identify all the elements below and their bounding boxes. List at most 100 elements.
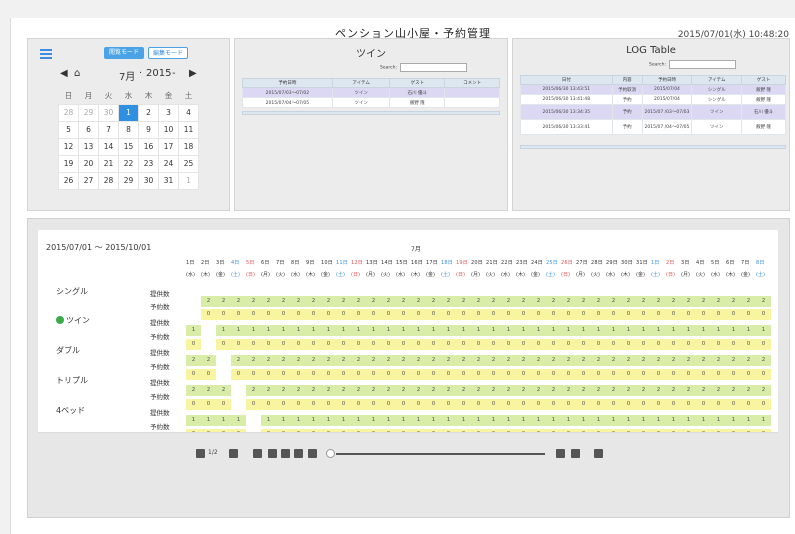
calendar-day[interactable]: 11 — [178, 120, 199, 139]
twin-search-input[interactable] — [399, 63, 467, 72]
next-month-icon[interactable]: ▶ — [189, 68, 197, 79]
column-header[interactable]: アイテム — [331, 78, 391, 88]
supply-label: 提供数 — [150, 409, 170, 417]
table-cell: 2015/06/30 13:43:51 — [520, 84, 613, 95]
calendar-day[interactable]: 20 — [78, 154, 99, 173]
table-cell: シングル — [691, 94, 743, 105]
column-header[interactable]: 予約日時 — [242, 78, 333, 88]
calendar-month[interactable]: 7月 — [119, 68, 135, 83]
table-cell: 飯野 隆 — [741, 94, 786, 105]
calendar-year[interactable]: 2015 — [146, 68, 171, 79]
calendar-day[interactable]: 29 — [78, 103, 99, 122]
last-day-button[interactable] — [594, 449, 603, 458]
next-day-button[interactable] — [281, 449, 290, 458]
calendar-day-today[interactable]: 1 — [118, 103, 139, 122]
next-week-button[interactable] — [308, 449, 317, 458]
date-slider-track[interactable] — [336, 453, 545, 455]
table-row[interactable]: 2015/06/30 13:34:35 予約 2015/07 /03〜07/03… — [520, 104, 786, 120]
calendar-day[interactable]: 13 — [78, 137, 99, 156]
calendar-day[interactable]: 26 — [58, 171, 79, 190]
table-row[interactable]: 2015/06/30 13:43:51 予約取消 2015/07/04 シングル… — [520, 84, 786, 95]
log-search-input[interactable] — [668, 60, 736, 69]
calendar-day[interactable]: 15 — [118, 137, 139, 156]
supply-strip[interactable]: 22222222222222222222222222222222222222 — [186, 376, 771, 396]
calendar-day[interactable]: 28 — [98, 171, 119, 190]
column-header[interactable]: 内容 — [611, 75, 643, 85]
next-month-button[interactable] — [571, 449, 580, 458]
booked-strip[interactable]: 00000000000000000000000000000000000000 — [186, 420, 771, 433]
column-header[interactable]: アイテム — [691, 75, 743, 85]
calendar-day[interactable]: 21 — [98, 154, 119, 173]
calendar-day[interactable]: 12 — [58, 137, 79, 156]
booked-strip[interactable]: 00000000000000000000000000000000000000 — [186, 330, 771, 350]
supply-strip[interactable]: 11111111111111111111111111111111111111 — [186, 406, 771, 426]
calendar-day[interactable]: 17 — [158, 137, 179, 156]
prev-page-button[interactable] — [196, 449, 205, 458]
calendar-day[interactable]: 14 — [98, 137, 119, 156]
supply-label: 提供数 — [150, 379, 170, 387]
prev-week-button[interactable] — [294, 449, 303, 458]
calendar-day[interactable]: 7 — [98, 120, 119, 139]
table-cell: 予約 — [611, 94, 643, 105]
room-name: トリプル — [56, 376, 88, 385]
calendar-day[interactable]: 3 — [158, 103, 179, 122]
dow-label: 日 — [64, 90, 73, 100]
schedule-grid: 2015/07/01 〜 2015/10/01 7月 1日 2日 3日 4日 5日 6日 7… — [38, 230, 778, 433]
calendar-day[interactable]: 6 — [78, 120, 99, 139]
supply-strip[interactable]: 11111111111111111111111111111111111111 — [186, 316, 771, 336]
calendar-day[interactable]: 30 — [138, 171, 159, 190]
calendar-day[interactable]: 22 — [118, 154, 139, 173]
column-header[interactable]: コメント — [444, 78, 500, 88]
table-row[interactable]: 2015/06/30 13:33:41 予約 2015/07 /04〜07/05… — [520, 119, 786, 135]
divider — [38, 432, 778, 433]
prev-day-button[interactable] — [268, 449, 277, 458]
calendar-day[interactable]: 18 — [178, 137, 199, 156]
prev-month-icon[interactable]: ◀ — [60, 68, 68, 79]
dow-label: 火 — [104, 90, 113, 100]
calendar-day[interactable]: 5 — [58, 120, 79, 139]
date-slider-handle[interactable] — [326, 449, 335, 458]
table-row[interactable]: 2015/07/04〜07/05 ツイン 飯野 隆 — [242, 97, 500, 108]
calendar-day[interactable]: 16 — [138, 137, 159, 156]
menu-icon[interactable] — [40, 49, 52, 59]
column-header[interactable]: 日付 — [520, 75, 613, 85]
column-header[interactable]: ゲスト — [741, 75, 786, 85]
column-header[interactable]: ゲスト — [389, 78, 446, 88]
column-header[interactable]: 予約日時 — [641, 75, 693, 85]
calendar-day[interactable]: 9 — [138, 120, 159, 139]
calendar-day[interactable]: 23 — [138, 154, 159, 173]
day-header-row: 1日 2日 3日 4日 5日 6日 7日 8日 9日 10日 11日 12日 13日 14日 15日 16日 1… — [186, 260, 765, 266]
calendar-day[interactable]: 24 — [158, 154, 179, 173]
calendar-day[interactable]: 31 — [158, 171, 179, 190]
booked-strip[interactable]: 00000000000000000000000000000000000000 — [186, 360, 771, 380]
table-cell: 飯野 隆 — [741, 84, 786, 95]
check-icon — [56, 316, 64, 324]
calendar-day[interactable]: 28 — [58, 103, 79, 122]
table-row[interactable]: 2015/07/03〜07/02 ツイン 石川 優斗 — [242, 87, 500, 98]
home-icon[interactable]: ⌂ — [74, 68, 80, 79]
calendar-day[interactable]: 19 — [58, 154, 79, 173]
edit-mode-button[interactable]: 編集モード — [148, 47, 188, 59]
log-table: 日付 内容 予約日時 アイテム ゲスト 2015/06/30 13:43:51 … — [520, 75, 786, 135]
booked-strip[interactable]: 00000000000000000000000000000000000000 — [186, 390, 771, 410]
first-day-button[interactable] — [253, 449, 262, 458]
calendar-day[interactable]: 10 — [158, 120, 179, 139]
table-cell: 2015/07 /04〜07/05 — [641, 119, 693, 135]
dow-label: 土 — [184, 90, 193, 100]
calendar-day[interactable]: 2 — [138, 103, 159, 122]
calendar-day[interactable]: 30 — [98, 103, 119, 122]
calendar-day[interactable]: 29 — [118, 171, 139, 190]
calendar-day[interactable]: 25 — [178, 154, 199, 173]
calendar-day[interactable]: 8 — [118, 120, 139, 139]
twin-table-footer — [242, 111, 500, 115]
calendar-day[interactable]: 27 — [78, 171, 99, 190]
next-page-button[interactable] — [229, 449, 238, 458]
supply-strip[interactable]: 22222222222222222222222222222222222222 — [186, 346, 771, 366]
view-mode-button[interactable]: 閲覧モード — [104, 47, 144, 59]
table-row[interactable]: 2015/06/30 13:41:48 予約 2015/07/04 シングル 飯… — [520, 94, 786, 105]
prev-month-button[interactable] — [556, 449, 565, 458]
supply-strip[interactable]: 22222222222222222222222222222222222222 — [186, 287, 771, 307]
calendar-day[interactable]: 4 — [178, 103, 199, 122]
booked-strip[interactable]: 00000000000000000000000000000000000000 — [186, 300, 771, 320]
calendar-day[interactable]: 1 — [178, 171, 199, 190]
